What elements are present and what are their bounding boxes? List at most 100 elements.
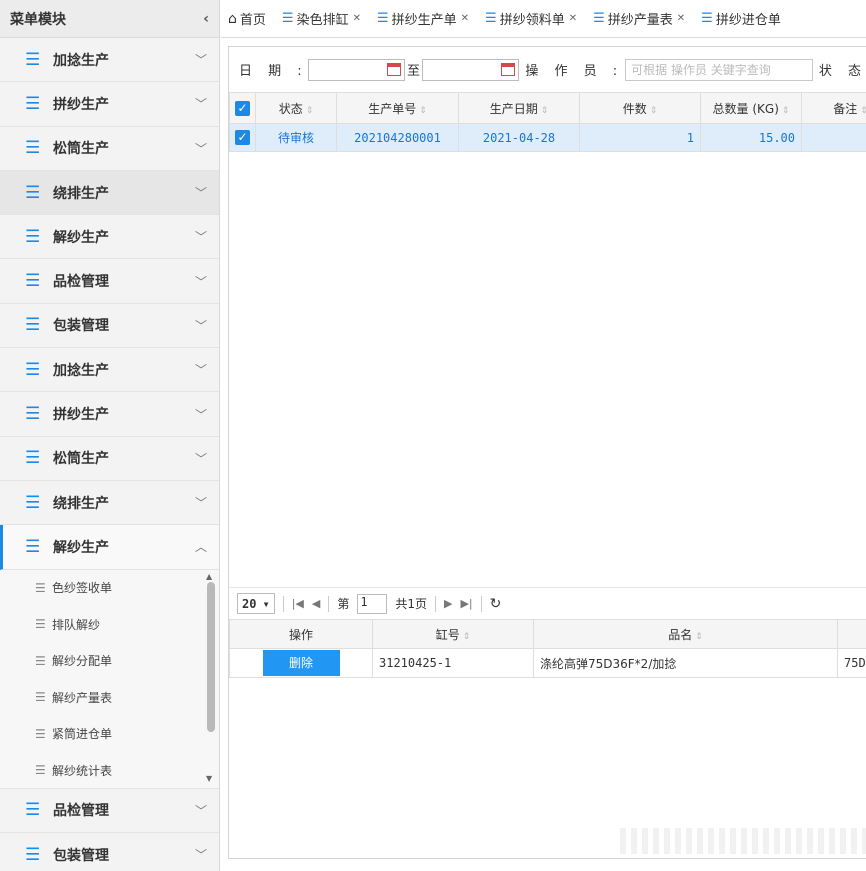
last-page-icon[interactable]: ▶| — [460, 597, 472, 610]
pagination-bar: 20 ▾ |◀ ◀ 第 1 共1页 ▶ ▶| ↻ — [229, 587, 866, 619]
menu-icon: ☰ — [25, 315, 41, 336]
column-header[interactable]: 生产日期 ⇕ — [458, 92, 580, 124]
divider — [282, 595, 284, 612]
chevron-down-icon: ﹀ — [194, 97, 207, 112]
sort-icon: ⇕ — [860, 106, 866, 116]
menu-icon: ☰ — [25, 359, 41, 380]
prev-page-icon[interactable]: ◀ — [312, 597, 320, 610]
column-header[interactable]: 件数 ⇕ — [579, 92, 701, 124]
submenu-label: 色纱签收单 — [52, 581, 113, 596]
tab-home[interactable]: ⌂ 首页 — [221, 0, 275, 37]
close-icon[interactable]: ✕ — [677, 13, 685, 24]
column-header[interactable]: 备注⇕ — [801, 92, 866, 124]
submenu-item[interactable]: ☰ 解纱统计表 — [0, 752, 219, 789]
column-header[interactable] — [837, 619, 866, 649]
page-size-select[interactable]: 20 ▾ — [237, 593, 275, 614]
menu-item[interactable]: ☰ 绕排生产 ﹀ — [0, 170, 219, 216]
close-icon[interactable]: ✕ — [569, 13, 577, 24]
list-icon: ☰ — [35, 763, 46, 778]
order-grid: ✓ 状态⇕ 生产单号⇕ 生产日期⇕ 件数⇕ 总数量 (KG)⇕ 备注⇕ ✓ 待审… — [229, 92, 866, 152]
scroll-up-icon[interactable]: ▲ — [206, 572, 212, 581]
menu-item[interactable]: ☰ 松筒生产 ﹀ — [0, 126, 219, 171]
menu-list-top: ☰ 加捻生产 ﹀ ☰ 拼纱生产 ﹀ ☰ 松筒生产 ﹀ ☰ 绕排生产 ﹀ ☰ 解纱生产 ﹀ ☰ 品检管理… — [0, 38, 219, 871]
menu-item[interactable]: ☰ 加捻生产 ﹀ — [0, 348, 219, 393]
tab[interactable]: ☰ 染色排缸 ✕ — [275, 0, 370, 37]
scroll-down-icon[interactable]: ▼ — [206, 774, 212, 783]
column-header[interactable]: 生产单号 ⇕ — [336, 92, 459, 124]
select-all-checkbox[interactable]: ✓ — [229, 92, 256, 124]
table-row[interactable]: 删除 31210425-1 涤纶高弹75D36F*2/加捻 75D3 — [229, 648, 866, 678]
tab[interactable]: ☰ 拼纱产量表 ✕ — [586, 0, 694, 37]
menu-item[interactable]: ☰ 解纱生产 ﹀ — [0, 215, 219, 260]
column-header[interactable]: 缸号 ⇕ — [372, 619, 534, 649]
submenu: ☰ 色纱签收单 ☰ 排队解纱 ☰ 解纱分配单 ☰ 解纱产量表 ☰ 紧筒进仓单 ☰ 解纱统计表… — [0, 569, 219, 789]
menu-label: 绕排生产 — [53, 185, 109, 202]
menu-item[interactable]: ☰ 品检管理 ﹀ — [0, 788, 219, 833]
next-page-icon[interactable]: ▶ — [444, 597, 452, 610]
menu-item[interactable]: ☰ 包装管理 ﹀ — [0, 832, 219, 871]
submenu-item[interactable]: ☰ 色纱签收单 — [0, 570, 219, 607]
close-icon[interactable]: ✕ — [461, 13, 469, 24]
column-label: 件数 — [622, 101, 647, 116]
tab[interactable]: ☰ 拼纱进仓单 — [694, 0, 790, 37]
filter-bar: 日 期 : 至 操 作 员 : 可根据 操作员 关键字查询 状 态 — [229, 47, 866, 92]
table-row[interactable]: ✓ 待审核 202104280001 2021-04-28 1 15.00 — [229, 123, 866, 152]
refresh-icon[interactable]: ↻ — [490, 596, 502, 612]
list-icon: ☰ — [35, 653, 46, 668]
chevron-down-icon: ﹀ — [194, 230, 207, 245]
menu-icon: ☰ — [25, 844, 41, 865]
start-date-input[interactable] — [307, 58, 405, 81]
scrollbar-thumb[interactable] — [207, 581, 215, 732]
column-label: 生产单号 — [368, 101, 417, 116]
close-icon[interactable]: ✕ — [353, 13, 361, 24]
end-date-input[interactable] — [422, 58, 520, 81]
menu-label: 绕排生产 — [53, 495, 109, 512]
status-cell: 待审核 — [255, 123, 337, 152]
page-size-value: 20 — [242, 596, 257, 611]
column-header[interactable]: 状态 ⇕ — [255, 92, 337, 124]
tab[interactable]: ☰ 拼纱生产单 ✕ — [370, 0, 478, 37]
calendar-icon[interactable] — [501, 62, 516, 76]
operator-search-input[interactable]: 可根据 操作员 关键字查询 — [625, 58, 813, 81]
menu-icon: ☰ — [376, 11, 389, 26]
menu-label: 加捻生产 — [53, 362, 109, 379]
menu-icon: ☰ — [25, 226, 41, 247]
home-icon: ⌂ — [228, 10, 237, 27]
menu-item[interactable]: ☰ 拼纱生产 ﹀ — [0, 392, 219, 437]
first-page-icon[interactable]: |◀ — [292, 597, 304, 610]
menu-item[interactable]: ☰ 包装管理 ﹀ — [0, 303, 219, 349]
sidebar-header: 菜单模块 ‹ — [0, 0, 219, 38]
menu-item[interactable]: ☰ 绕排生产 ﹀ — [0, 480, 219, 526]
column-header[interactable]: 总数量 (KG) ⇕ — [700, 92, 802, 124]
sidebar-title: 菜单模块 — [10, 11, 66, 28]
submenu-item[interactable]: ☰ 解纱产量表 — [0, 679, 219, 716]
collapse-sidebar-icon[interactable]: ‹ — [203, 11, 209, 27]
menu-icon: ☰ — [25, 492, 41, 513]
submenu-scrollbar[interactable]: ▲ ▼ — [204, 570, 216, 789]
submenu-item[interactable]: ☰ 解纱分配单 — [0, 643, 219, 680]
column-header[interactable]: 操作 — [229, 619, 373, 649]
row-checkbox[interactable]: ✓ — [229, 123, 256, 152]
spec-cell: 75D3 — [837, 648, 866, 678]
submenu-item[interactable]: ☰ 紧筒进仓单 — [0, 716, 219, 753]
column-label: 备注 — [833, 101, 858, 116]
menu-item[interactable]: ☰ 品检管理 ﹀ — [0, 259, 219, 304]
detail-grid: 操作 缸号 ⇕ 品名 ⇕ 删除 31210425-1 涤纶高弹75D36F*2/加捻… — [229, 619, 866, 678]
action-cell: 删除 — [229, 648, 373, 678]
column-header[interactable]: 品名 ⇕ — [533, 619, 838, 649]
menu-item[interactable]: ☰ 加捻生产 ﹀ — [0, 38, 219, 83]
menu-item[interactable]: ☰ 松筒生产 ﹀ — [0, 436, 219, 481]
calendar-icon[interactable] — [387, 62, 401, 76]
chevron-down-icon: ﹀ — [194, 274, 207, 289]
menu-label: 松筒生产 — [53, 141, 109, 158]
menu-item[interactable]: ☰ 拼纱生产 ﹀ — [0, 82, 219, 127]
menu-item-active[interactable]: ☰ 解纱生产 ︿ — [0, 525, 219, 570]
submenu-item[interactable]: ☰ 排队解纱 — [0, 606, 219, 643]
delete-button[interactable]: 删除 — [262, 650, 340, 676]
tab[interactable]: ☰ 拼纱领料单 ✕ — [478, 0, 586, 37]
submenu-label: 排队解纱 — [52, 617, 101, 632]
column-label: 品名 — [668, 627, 693, 642]
chevron-down-icon: ﹀ — [194, 496, 207, 511]
chevron-down-icon: ﹀ — [194, 803, 207, 818]
page-number-input[interactable]: 1 — [357, 593, 388, 614]
